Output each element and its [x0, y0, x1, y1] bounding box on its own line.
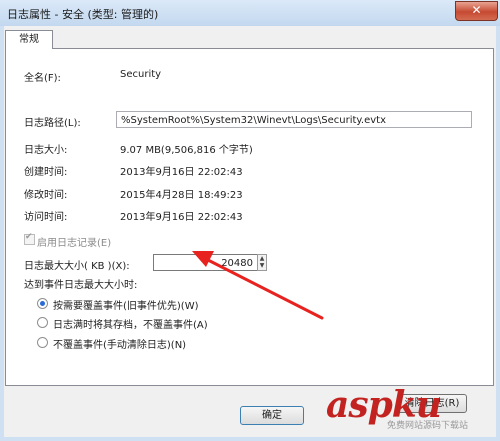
watermark-subtitle: 免费网站源码下载站 — [387, 421, 469, 431]
annotation-arrow — [192, 251, 324, 320]
properties-window: 日志属性 - 安全 (类型: 管理的) ✕ 常规 全名(F): Security… — [0, 0, 500, 441]
tab-general[interactable]: 常规 — [5, 30, 53, 49]
watermark: aspku 免费网站源码下载站 — [326, 384, 468, 431]
